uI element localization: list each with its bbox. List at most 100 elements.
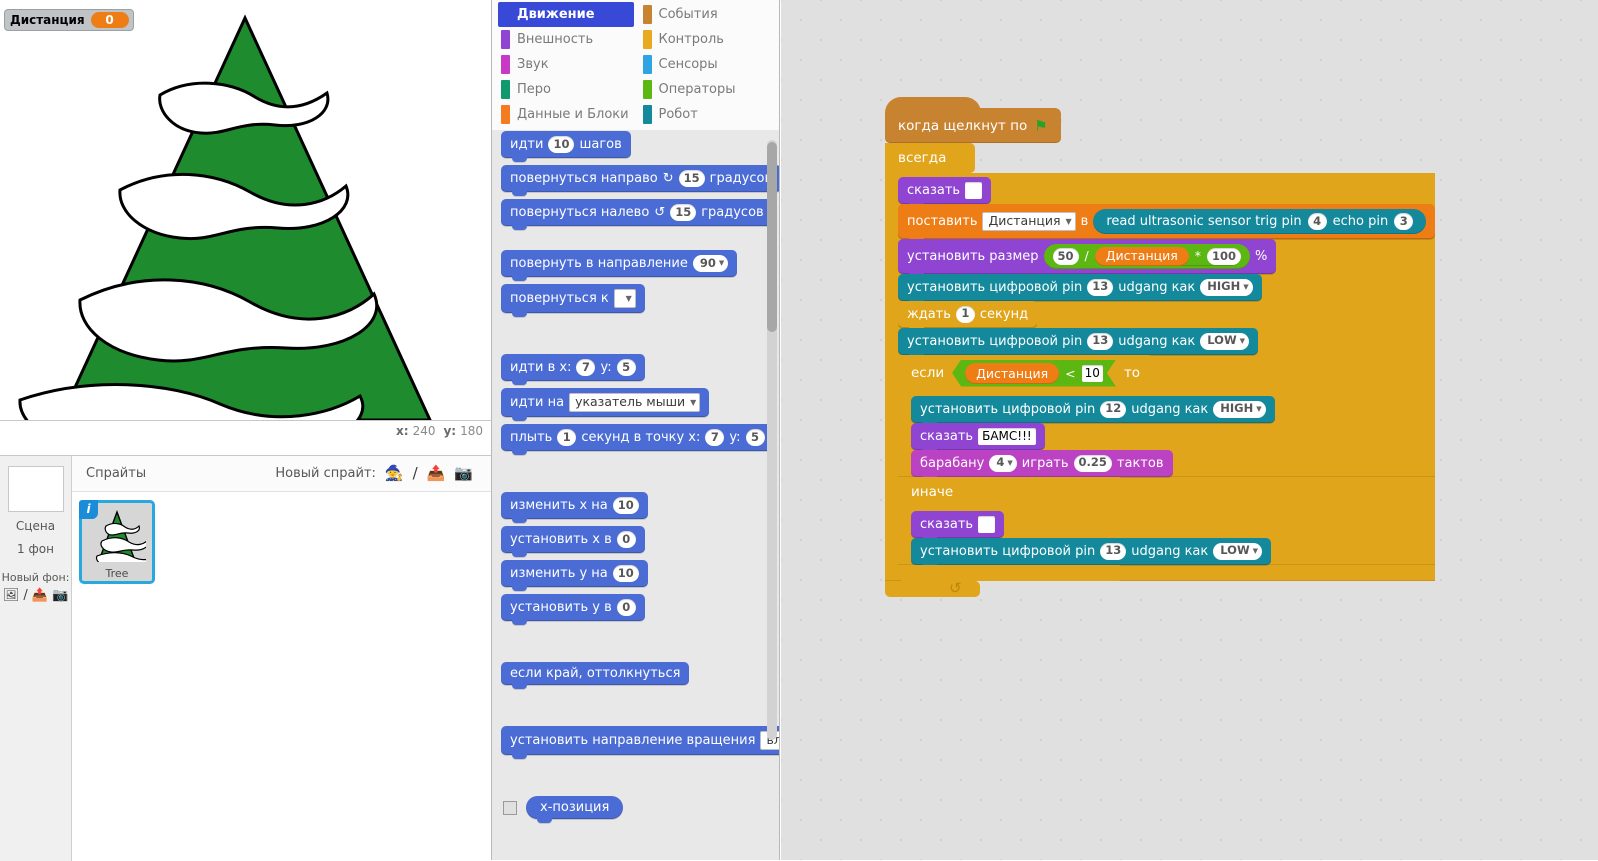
category-sensing[interactable]: Сенсоры bbox=[640, 52, 776, 77]
less-than-right-input[interactable]: 10 bbox=[1082, 365, 1103, 382]
block-play-drum[interactable]: барабану 4 ▼ играть 0.25 тактов bbox=[911, 449, 1173, 481]
point-towards-dropdown[interactable]: ▼ bbox=[613, 289, 636, 308]
block-say-2[interactable]: сказать БАМС!!! bbox=[911, 422, 1045, 454]
palette-block-set-x[interactable]: установить x в 0 bbox=[501, 526, 645, 557]
drum-dropdown[interactable]: 4 ▼ bbox=[989, 454, 1017, 472]
change-y-input[interactable]: 10 bbox=[612, 565, 639, 582]
block-say-3[interactable]: сказать bbox=[911, 510, 1005, 542]
category-sound[interactable]: Звук bbox=[498, 52, 634, 77]
block-when-green-flag-clicked[interactable]: когда щелкнут по ⚑ bbox=[885, 97, 1061, 143]
sprite-tile-tree[interactable]: i Tree bbox=[79, 500, 159, 584]
goto-y-input[interactable]: 5 bbox=[616, 359, 636, 376]
palette-block-glide[interactable]: плыть 1 секунд в точку x: 7 y: 5 bbox=[501, 424, 774, 455]
block-digital-write-pin13-high[interactable]: установить цифровой pin 13 udgang как HI… bbox=[898, 273, 1262, 305]
block-set-size[interactable]: установить размер 50 / Дистанция * 100 % bbox=[898, 239, 1277, 277]
block-digital-write-pin13-low-2[interactable]: установить цифровой pin 13 udgang как LO… bbox=[911, 537, 1272, 569]
palette-block-if-on-edge-bounce[interactable]: если край, оттолкнуться bbox=[501, 662, 690, 689]
goto-target-dropdown[interactable]: указатель мыши ▼ bbox=[569, 393, 701, 412]
pin13-low-pin-input[interactable]: 13 bbox=[1087, 332, 1114, 350]
set-y-input[interactable]: 0 bbox=[616, 599, 636, 616]
pin12-high-pin-input[interactable]: 12 bbox=[1100, 400, 1127, 418]
wait-seconds-input[interactable]: 1 bbox=[955, 305, 975, 323]
camera-icon[interactable]: 📷 bbox=[52, 588, 68, 603]
block-forever[interactable]: всегда сказать поставить Дистанция ▼ в r… bbox=[885, 143, 1436, 597]
move-steps-input[interactable]: 10 bbox=[548, 136, 575, 153]
say-3-input[interactable] bbox=[978, 515, 996, 533]
say-2-input[interactable]: БАМС!!! bbox=[978, 427, 1036, 445]
drum-beats-input[interactable]: 0.25 bbox=[1073, 454, 1112, 472]
stage-thumbnail[interactable] bbox=[7, 466, 64, 512]
category-pen[interactable]: Перо bbox=[498, 77, 634, 102]
script-stack[interactable]: когда щелкнут по ⚑ всегда сказать постав… bbox=[885, 97, 1436, 597]
block-if-else[interactable]: если Дистанция < 10 то установить цифров… bbox=[898, 354, 1436, 581]
category-operators[interactable]: Операторы bbox=[640, 77, 776, 102]
trig-pin-input[interactable]: 4 bbox=[1307, 213, 1327, 230]
camera-sprite-icon[interactable]: 📷 bbox=[454, 466, 473, 481]
green-flag-icon: ⚑ bbox=[1034, 117, 1048, 135]
pin13-low2-pin-input[interactable]: 13 bbox=[1100, 542, 1127, 560]
palette-block-move[interactable]: идти 10 шагов bbox=[501, 131, 631, 162]
palette-block-set-rotation-style[interactable]: установить направление вращения вл bbox=[501, 726, 779, 759]
palette-block-turn-left[interactable]: повернуться налево ↺ 15 градусов bbox=[501, 199, 773, 230]
say-1-input[interactable] bbox=[965, 182, 983, 199]
glide-seconds-input[interactable]: 1 bbox=[557, 429, 577, 446]
set-x-input[interactable]: 0 bbox=[616, 531, 636, 548]
palette-block-set-y[interactable]: установить y в 0 bbox=[501, 594, 645, 625]
operator-less-than[interactable]: Дистанция < 10 bbox=[952, 360, 1116, 387]
stage-selector-panel[interactable]: Сцена 1 фон Новый фон: 🖼 / 📤 📷 bbox=[0, 456, 72, 861]
pin13-low-value-dropdown[interactable]: LOW ▼ bbox=[1200, 332, 1250, 350]
palette-block-goto-target[interactable]: идти на указатель мыши ▼ bbox=[501, 388, 710, 421]
palette-block-change-y[interactable]: изменить y на 10 bbox=[501, 560, 648, 591]
glide-y-input[interactable]: 5 bbox=[745, 429, 765, 446]
echo-pin-input[interactable]: 3 bbox=[1394, 213, 1414, 230]
palette-block-list[interactable]: идти 10 шагов повернуться направо ↻ 15 г… bbox=[492, 131, 779, 860]
palette-scrollbar-thumb[interactable] bbox=[767, 142, 777, 332]
script-canvas[interactable]: когда щелкнут по ⚑ всегда сказать постав… bbox=[781, 0, 1598, 860]
block-set-variable[interactable]: поставить Дистанция ▼ в read ultrasonic … bbox=[898, 204, 1436, 243]
palette-block-goto-xy[interactable]: идти в x: 7 y: 5 bbox=[501, 354, 645, 385]
paint-sprite-icon[interactable]: / bbox=[413, 466, 418, 481]
category-looks[interactable]: Внешность bbox=[498, 27, 634, 52]
palette-block-turn-right[interactable]: повернуться направо ↻ 15 градусов bbox=[501, 165, 779, 196]
category-data[interactable]: Данные и Блоки bbox=[498, 102, 634, 127]
multiply-right-input[interactable]: 100 bbox=[1207, 247, 1242, 265]
x-position-checkbox[interactable] bbox=[503, 800, 517, 815]
palette-block-x-position[interactable]: x-позиция bbox=[526, 796, 624, 823]
turn-left-degrees-input[interactable]: 15 bbox=[670, 204, 697, 221]
change-x-input[interactable]: 10 bbox=[612, 497, 639, 514]
turn-right-degrees-input[interactable]: 15 bbox=[678, 170, 705, 187]
palette-block-point-direction[interactable]: повернуть в направление 90 ▼ bbox=[501, 250, 738, 281]
category-control[interactable]: Контроль bbox=[640, 27, 776, 52]
block-digital-write-pin13-low[interactable]: установить цифровой pin 13 udgang как LO… bbox=[898, 327, 1259, 359]
picture-icon[interactable]: 🖼 bbox=[3, 588, 20, 603]
category-motion[interactable]: Движение bbox=[498, 2, 634, 27]
stage-area[interactable]: Дистанция 0 x: 240 y: 180 bbox=[0, 0, 491, 440]
category-robot[interactable]: Робот bbox=[640, 102, 776, 127]
block-wait[interactable]: ждать 1 секунд bbox=[898, 300, 1038, 332]
upload-icon[interactable]: 📤 bbox=[32, 588, 48, 603]
variable-watcher-distance[interactable]: Дистанция 0 bbox=[4, 9, 134, 31]
block-read-ultrasonic-sensor[interactable]: read ultrasonic sensor trig pin 4 echo p… bbox=[1093, 209, 1427, 234]
glide-x-input[interactable]: 7 bbox=[705, 429, 725, 446]
goto-x-input[interactable]: 7 bbox=[576, 359, 596, 376]
pin13-high-pin-input[interactable]: 13 bbox=[1087, 278, 1114, 296]
pin12-high-value-dropdown[interactable]: HIGH ▼ bbox=[1213, 400, 1266, 418]
variable-dropdown[interactable]: Дистанция ▼ bbox=[982, 212, 1076, 231]
divide-left-input[interactable]: 50 bbox=[1052, 247, 1079, 265]
pin13-high-value-dropdown[interactable]: HIGH ▼ bbox=[1200, 278, 1253, 296]
sprite-info-badge[interactable]: i bbox=[79, 500, 98, 519]
category-events[interactable]: События bbox=[640, 2, 776, 27]
palette-block-point-towards[interactable]: повернуться к ▼ bbox=[501, 284, 645, 317]
upload-sprite-icon[interactable]: 📤 bbox=[427, 466, 446, 481]
block-digital-write-pin12-high[interactable]: установить цифровой pin 12 udgang как HI… bbox=[911, 395, 1275, 427]
palette-block-change-x[interactable]: изменить x на 10 bbox=[501, 492, 648, 523]
pin13-low2-value-dropdown[interactable]: LOW ▼ bbox=[1213, 542, 1263, 560]
point-direction-dropdown[interactable]: 90 ▼ bbox=[692, 255, 729, 272]
operator-multiply[interactable]: Дистанция * 100 bbox=[1094, 247, 1242, 266]
paint-icon[interactable]: / bbox=[23, 588, 27, 603]
operator-divide[interactable]: 50 / Дистанция * 100 bbox=[1043, 244, 1251, 269]
block-say-1[interactable]: сказать bbox=[898, 177, 992, 208]
variable-reporter-distance-if[interactable]: Дистанция bbox=[965, 363, 1059, 384]
surprise-sprite-icon[interactable]: 🧙 bbox=[385, 466, 404, 481]
variable-reporter-distance[interactable]: Дистанция bbox=[1094, 247, 1189, 266]
